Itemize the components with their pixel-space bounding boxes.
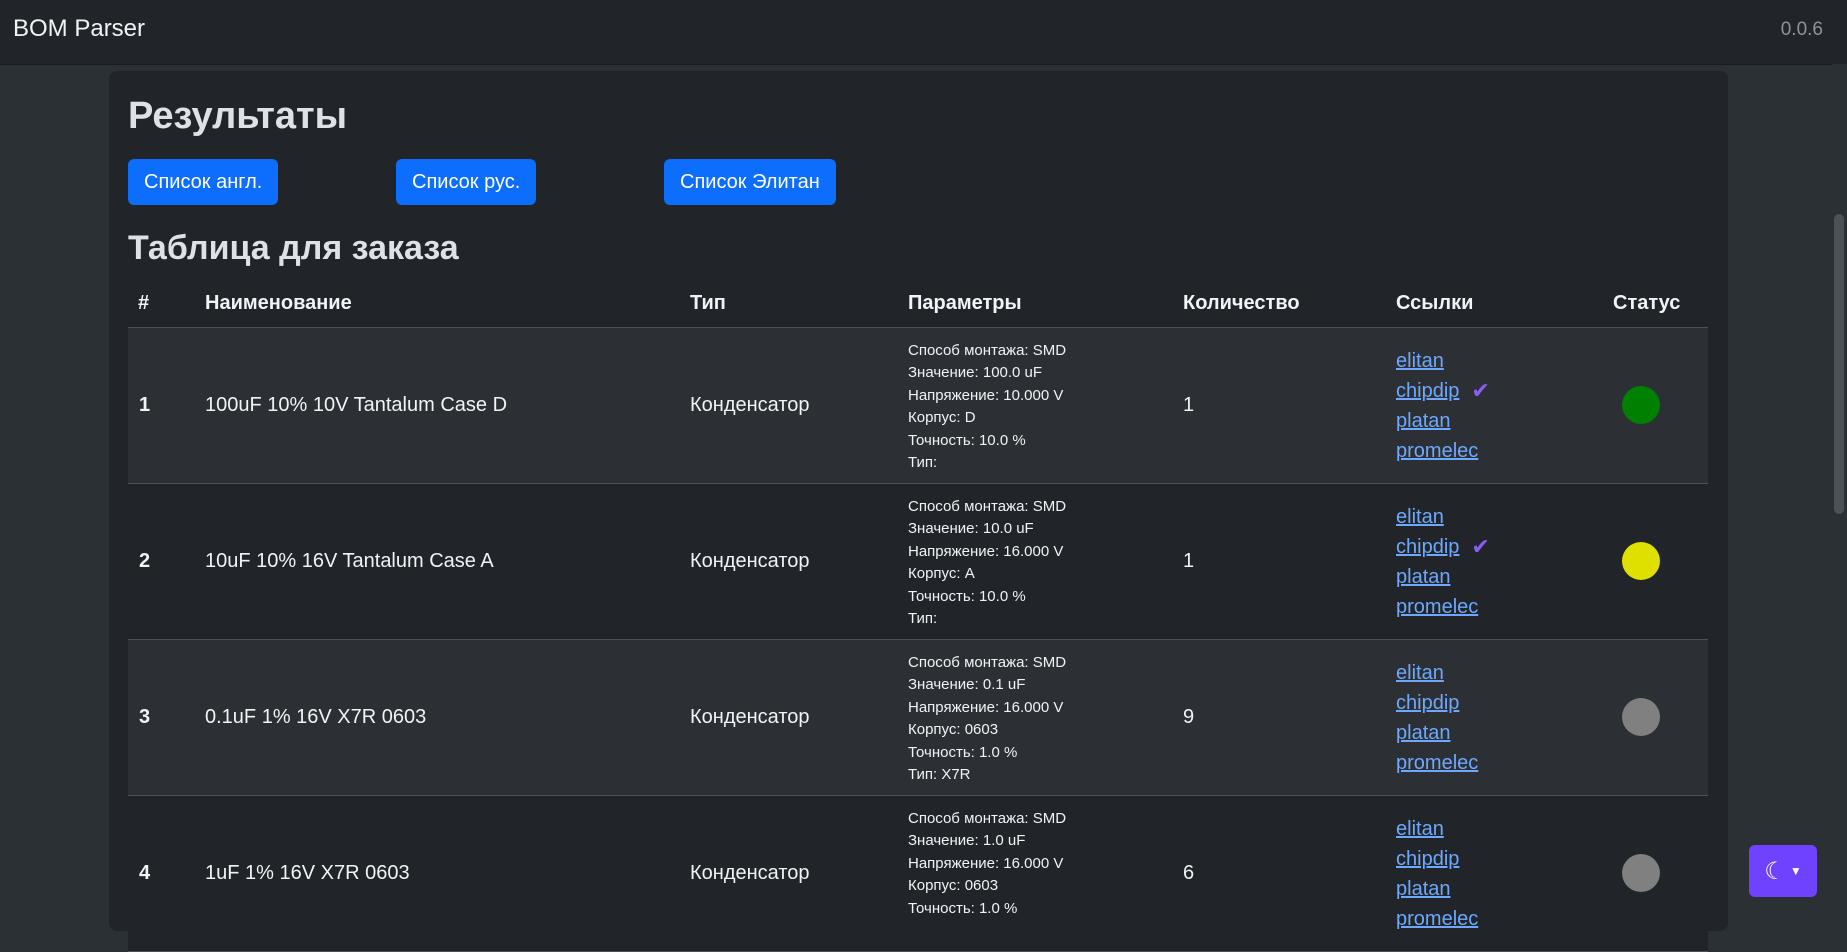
component-params: Способ монтажа: SMD Значение: 100.0 uF Н… bbox=[908, 340, 1066, 474]
header-num: # bbox=[138, 292, 150, 314]
param-line: Способ монтажа: SMD bbox=[908, 342, 1067, 359]
status-indicator bbox=[1622, 854, 1660, 892]
table-row: 3 0.1uF 1% 16V X7R 0603 Конденсатор Спос… bbox=[128, 640, 1708, 796]
row-number: 1 bbox=[139, 394, 151, 416]
link-line: chipdip ✔ bbox=[1396, 532, 1490, 562]
chevron-down-icon: ▼ bbox=[1789, 864, 1802, 878]
param-line: Корпус: 0603 bbox=[908, 877, 999, 895]
param-line: Значение: 0.1 uF bbox=[908, 676, 1026, 694]
link-elitan[interactable]: elitan bbox=[1396, 658, 1478, 688]
supplier-links: elitan chipdip ✔ platan promelec bbox=[1396, 502, 1490, 622]
app-version: 0.0.6 bbox=[1780, 19, 1823, 40]
param-line: Точность: 10.0 % bbox=[908, 587, 1026, 605]
param-line: Напряжение: 16.000 V bbox=[908, 698, 1064, 716]
link-elitan[interactable]: elitan bbox=[1396, 346, 1490, 376]
link-platan[interactable]: platan bbox=[1396, 562, 1490, 592]
param-line: Напряжение: 16.000 V bbox=[908, 854, 1064, 872]
param-line: Значение: 1.0 uF bbox=[908, 832, 1026, 850]
param-line: Значение: 10.0 uF bbox=[908, 520, 1034, 538]
status-indicator bbox=[1622, 386, 1660, 424]
link-chipdip[interactable]: chipdip bbox=[1396, 844, 1478, 874]
param-line: Способ монтажа: SMD bbox=[908, 498, 1067, 515]
results-title: Результаты bbox=[128, 95, 348, 137]
param-line: Способ монтажа: SMD bbox=[908, 810, 1067, 827]
link-promelec[interactable]: promelec bbox=[1396, 748, 1478, 778]
page-scrollbar[interactable] bbox=[1832, 64, 1847, 917]
table-row: 2 10uF 10% 16V Tantalum Case A Конденсат… bbox=[128, 484, 1708, 640]
param-line: Точность: 10.0 % bbox=[908, 431, 1026, 449]
component-qty: 1 bbox=[1183, 550, 1195, 572]
component-name: 0.1uF 1% 16V X7R 0603 bbox=[205, 706, 427, 728]
link-elitan[interactable]: elitan bbox=[1396, 502, 1490, 532]
row-number: 3 bbox=[139, 706, 151, 728]
param-line: Тип: bbox=[908, 610, 938, 628]
header-links: Ссылки bbox=[1396, 292, 1474, 314]
link-chipdip[interactable]: chipdip bbox=[1396, 376, 1459, 406]
supplier-links: elitan chipdip ✔ platan promelec bbox=[1396, 346, 1490, 466]
param-line: Корпус: D bbox=[908, 409, 976, 427]
component-type: Конденсатор bbox=[690, 394, 810, 416]
status-indicator bbox=[1622, 542, 1660, 580]
param-line: Напряжение: 16.000 V bbox=[908, 542, 1064, 560]
component-params: Способ монтажа: SMD Значение: 10.0 uF На… bbox=[908, 496, 1066, 630]
param-line: Напряжение: 10.000 V bbox=[908, 386, 1064, 404]
header-type: Тип bbox=[690, 292, 726, 314]
link-platan[interactable]: platan bbox=[1396, 406, 1490, 436]
table-header: # Наименование Тип Параметры Количество … bbox=[128, 283, 1708, 328]
header-name: Наименование bbox=[205, 292, 352, 314]
list-elitan-button[interactable]: Список Элитан bbox=[664, 159, 836, 205]
component-type: Конденсатор bbox=[690, 550, 810, 572]
component-name: 100uF 10% 10V Tantalum Case D bbox=[205, 394, 508, 416]
component-type: Конденсатор bbox=[690, 862, 810, 884]
table-row: 1 100uF 10% 10V Tantalum Case D Конденса… bbox=[128, 328, 1708, 484]
component-qty: 6 bbox=[1183, 862, 1195, 884]
component-params: Способ монтажа: SMD Значение: 0.1 uF Нап… bbox=[908, 652, 1066, 786]
supplier-links: elitan chipdip platan promelec bbox=[1396, 658, 1478, 778]
order-table-title: Таблица для заказа bbox=[128, 229, 459, 267]
link-chipdip[interactable]: chipdip bbox=[1396, 688, 1478, 718]
supplier-links: elitan chipdip platan promelec bbox=[1396, 814, 1478, 934]
link-promelec[interactable]: promelec bbox=[1396, 592, 1490, 622]
link-platan[interactable]: platan bbox=[1396, 874, 1478, 904]
check-icon: ✔ bbox=[1471, 534, 1490, 559]
row-number: 2 bbox=[139, 550, 151, 572]
theme-toggle-button[interactable]: ☾ ▼ bbox=[1749, 845, 1817, 897]
param-line: Значение: 100.0 uF bbox=[908, 364, 1043, 382]
table-row: 4 1uF 1% 16V X7R 0603 Конденсатор Способ… bbox=[128, 796, 1708, 952]
scrollbar-thumb[interactable] bbox=[1834, 214, 1844, 514]
moon-icon: ☾ bbox=[1764, 857, 1786, 885]
component-qty: 9 bbox=[1183, 706, 1195, 728]
param-line: Корпус: 0603 bbox=[908, 721, 999, 739]
param-line: Точность: 1.0 % bbox=[908, 743, 1018, 761]
link-promelec[interactable]: promelec bbox=[1396, 904, 1478, 934]
component-name: 10uF 10% 16V Tantalum Case A bbox=[205, 550, 494, 572]
param-line: Тип: bbox=[908, 454, 938, 472]
header-qty: Количество bbox=[1183, 292, 1300, 314]
param-line: Корпус: A bbox=[908, 565, 975, 583]
status-indicator bbox=[1622, 698, 1660, 736]
param-line: Тип: X7R bbox=[908, 766, 971, 784]
header-status: Статус bbox=[1613, 292, 1681, 314]
component-type: Конденсатор bbox=[690, 706, 810, 728]
list-ru-button[interactable]: Список рус. bbox=[396, 159, 537, 205]
param-line: Способ монтажа: SMD bbox=[908, 654, 1067, 671]
component-name: 1uF 1% 16V X7R 0603 bbox=[205, 862, 410, 884]
row-number: 4 bbox=[139, 862, 151, 884]
list-en-button[interactable]: Список англ. bbox=[128, 159, 279, 205]
link-elitan[interactable]: elitan bbox=[1396, 814, 1478, 844]
component-qty: 1 bbox=[1183, 394, 1195, 416]
link-chipdip[interactable]: chipdip bbox=[1396, 532, 1459, 562]
link-platan[interactable]: platan bbox=[1396, 718, 1478, 748]
link-promelec[interactable]: promelec bbox=[1396, 436, 1490, 466]
component-params: Способ монтажа: SMD Значение: 1.0 uF Нап… bbox=[908, 808, 1066, 920]
order-table: # Наименование Тип Параметры Количество … bbox=[128, 283, 1708, 952]
header-params: Параметры bbox=[908, 292, 1022, 314]
app-brand[interactable]: BOM Parser bbox=[13, 15, 145, 43]
navbar: BOM Parser 0.0.6 bbox=[0, 0, 1847, 65]
results-card: Результаты Список англ. Список рус. Спис… bbox=[109, 71, 1728, 952]
check-icon: ✔ bbox=[1471, 378, 1490, 403]
link-line: chipdip ✔ bbox=[1396, 376, 1490, 406]
